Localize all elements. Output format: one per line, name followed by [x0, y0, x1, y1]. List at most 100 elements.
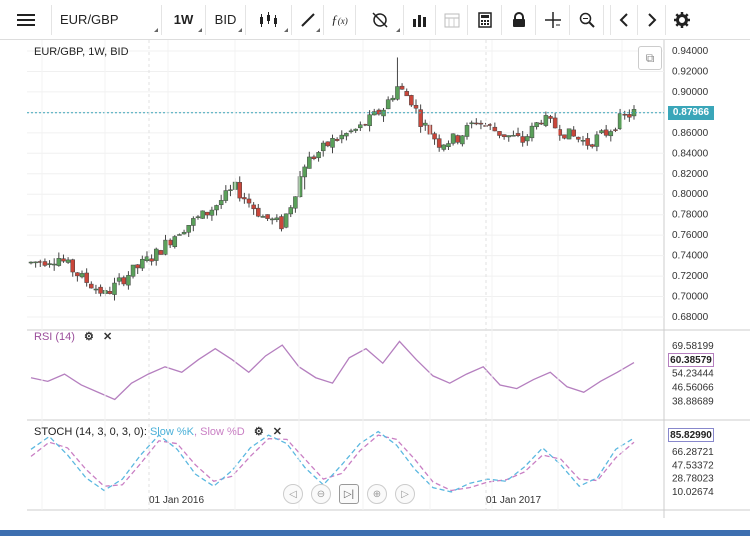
stoch-pane-title: STOCH (14, 3, 0, 3, 0): Slow %K, Slow %D…	[34, 425, 282, 438]
candle-body	[65, 259, 71, 263]
candle-body	[228, 189, 233, 191]
nav-forward-icon: ▷	[401, 488, 409, 500]
zoom-out-button[interactable]: ⊖	[311, 484, 331, 504]
candle-body	[353, 128, 358, 131]
candle-body	[265, 214, 270, 219]
zoom-in-button[interactable]: ⊕	[367, 484, 387, 504]
symbol-selector[interactable]: EUR/GBP	[52, 4, 162, 35]
candle-body	[75, 272, 80, 277]
candle-body	[376, 109, 382, 115]
back-icon	[619, 12, 628, 27]
rsi-close-icon[interactable]: ✕	[103, 330, 112, 343]
candle-body	[339, 134, 345, 140]
stoch-d-line	[30, 434, 635, 492]
nav-forward-button[interactable]: ▷	[395, 484, 415, 504]
candle-body	[622, 113, 627, 116]
candle-body	[529, 125, 535, 139]
candle-body	[436, 138, 442, 148]
candle-body	[209, 209, 215, 216]
candle-body	[167, 239, 173, 246]
stoch-settings-icon[interactable]: ⚙	[254, 425, 264, 438]
candle-body	[61, 258, 66, 262]
timeframe-selector[interactable]: 1W	[162, 4, 206, 35]
candle-body	[395, 86, 400, 100]
scroll-forward-button[interactable]	[638, 4, 666, 35]
zoom-button[interactable]	[570, 4, 604, 35]
price-tick-label: 0.68000	[672, 312, 709, 323]
candle-body	[126, 275, 131, 286]
candle-body	[84, 272, 89, 283]
candle-body	[617, 113, 623, 130]
candle-body	[585, 138, 590, 146]
stoch-value-tag: 85.82990	[668, 428, 714, 442]
candle-body	[223, 190, 229, 201]
price-tick-label: 0.72000	[672, 271, 709, 282]
stoch-tick-label: 10.02674	[672, 487, 714, 498]
toolbar: EUR/GBP 1W BID ƒ(x)	[0, 0, 750, 40]
menu-button[interactable]	[0, 4, 52, 35]
candle-body	[423, 122, 428, 126]
price-tick-label: 0.70000	[672, 292, 709, 303]
candle-body	[580, 139, 586, 142]
reset-icon: ▷|	[343, 488, 355, 500]
rsi-settings-icon[interactable]: ⚙	[84, 330, 94, 343]
candle-body	[441, 144, 447, 150]
lock-icon	[512, 11, 525, 27]
candle-body	[107, 291, 113, 294]
price-tick-label: 0.90000	[672, 87, 709, 98]
candle-body	[325, 141, 331, 147]
expand-button[interactable]: ⧉	[638, 46, 662, 70]
candle-body	[478, 122, 484, 125]
settings-button[interactable]	[666, 5, 698, 35]
candle-body	[474, 122, 479, 125]
candle-body	[56, 258, 62, 266]
nav-back-button[interactable]: ◁	[283, 484, 303, 504]
draw-tool-button[interactable]	[292, 4, 324, 35]
crosshair-button[interactable]	[536, 4, 570, 35]
candle-body	[506, 135, 512, 138]
price-type-selector[interactable]: BID	[206, 4, 246, 35]
candle-body	[195, 216, 201, 218]
lock-button[interactable]	[502, 4, 536, 35]
candle-body	[399, 85, 405, 90]
candle-body	[237, 182, 242, 199]
expand-icon: ⧉	[645, 50, 655, 65]
candle-body	[501, 134, 507, 137]
volume-button[interactable]	[404, 4, 436, 35]
candle-body	[594, 134, 600, 147]
calendar-icon	[444, 13, 459, 27]
stoch-close-icon[interactable]: ✕	[273, 425, 282, 438]
candle-body	[562, 134, 567, 139]
candle-body	[116, 277, 122, 282]
crosshair-off-icon	[371, 11, 388, 28]
candle-body	[279, 216, 284, 230]
calculator-button[interactable]	[468, 4, 502, 35]
candle-body	[121, 277, 127, 285]
stoch-k-label: Slow %K	[149, 426, 194, 438]
calendar-button[interactable]	[436, 4, 468, 35]
candle-body	[460, 135, 465, 145]
indicators-button[interactable]: ƒ(x)	[324, 4, 356, 35]
candle-body	[149, 258, 154, 262]
candle-body	[525, 136, 530, 142]
zoom-icon	[579, 12, 595, 28]
candle-body	[450, 133, 456, 144]
candle-body	[288, 207, 294, 215]
price-tick-label: 0.78000	[672, 210, 709, 221]
chart-area[interactable]: 0.940000.920000.900000.880000.860000.840…	[0, 40, 750, 532]
settings-icon	[674, 11, 690, 28]
candle-body	[515, 133, 521, 136]
candle-body	[311, 156, 317, 159]
candle-body	[571, 129, 576, 137]
bars-icon	[412, 14, 426, 27]
chart-type-button[interactable]	[246, 4, 292, 35]
candle-body	[432, 133, 437, 140]
price-tick-label: 0.92000	[672, 66, 709, 77]
candle-body	[627, 114, 632, 118]
scroll-back-button[interactable]	[610, 4, 638, 35]
crosshair-toggle-button[interactable]	[356, 4, 404, 35]
reset-view-button[interactable]: ▷|	[339, 484, 359, 504]
candle-body	[70, 259, 75, 273]
price-tick-label: 0.82000	[672, 169, 709, 180]
chart-canvas[interactable]: 0.940000.920000.900000.880000.860000.840…	[0, 40, 750, 532]
